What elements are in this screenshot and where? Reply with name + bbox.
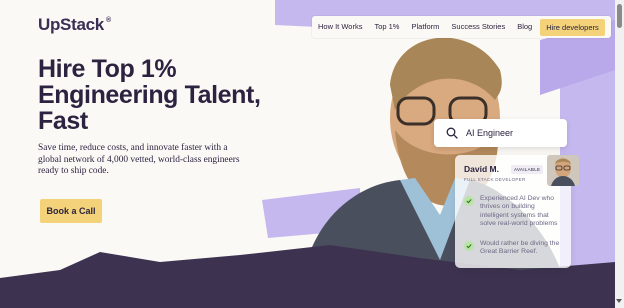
top-nav: How It Works Top 1% Platform Success Sto… [312,16,611,38]
check-icon [464,196,474,206]
avatar [547,155,579,186]
logo[interactable]: UpStack ® [38,15,111,35]
nav-success-stories[interactable]: Success Stories [445,16,511,38]
nav-blog[interactable]: Blog [511,16,538,38]
profile-feature: Experienced AI Dev who thrives on buildi… [464,195,564,229]
logo-text: UpStack [38,15,104,34]
nav-how-it-works[interactable]: How It Works [312,16,368,38]
nav-platform[interactable]: Platform [405,16,445,38]
hero-title: Hire Top 1% Engineering Talent, Fast [38,55,261,135]
profile-role: FULL STACK DEVELOPER [464,177,526,182]
book-a-call-button[interactable]: Book a Call [40,199,102,223]
profile-name: David M. [464,164,499,174]
search-box[interactable]: AI Engineer [434,119,567,147]
nav-top-1[interactable]: Top 1% [368,16,405,38]
hire-developers-button[interactable]: Hire developers [540,18,605,36]
scrollbar-track[interactable] [615,0,624,308]
scrollbar-thumb[interactable] [617,4,622,28]
search-value: AI Engineer [466,128,514,138]
profile-feature-text: Experienced AI Dev who thrives on buildi… [480,195,558,228]
check-icon [464,241,474,251]
search-icon [446,127,458,139]
logo-mark: ® [105,17,111,24]
hero-subtitle: Save time, reduce costs, and innovate fa… [38,143,240,176]
page: UpStack ® How It Works Top 1% Platform Su… [0,0,624,308]
scroll-down-icon[interactable] [616,299,622,303]
profile-feature-text: Would rather be diving the Great Barrier… [480,240,560,256]
status-badge: AVAILABLE [511,165,544,174]
profile-feature: Would rather be diving the Great Barrier… [464,240,564,257]
